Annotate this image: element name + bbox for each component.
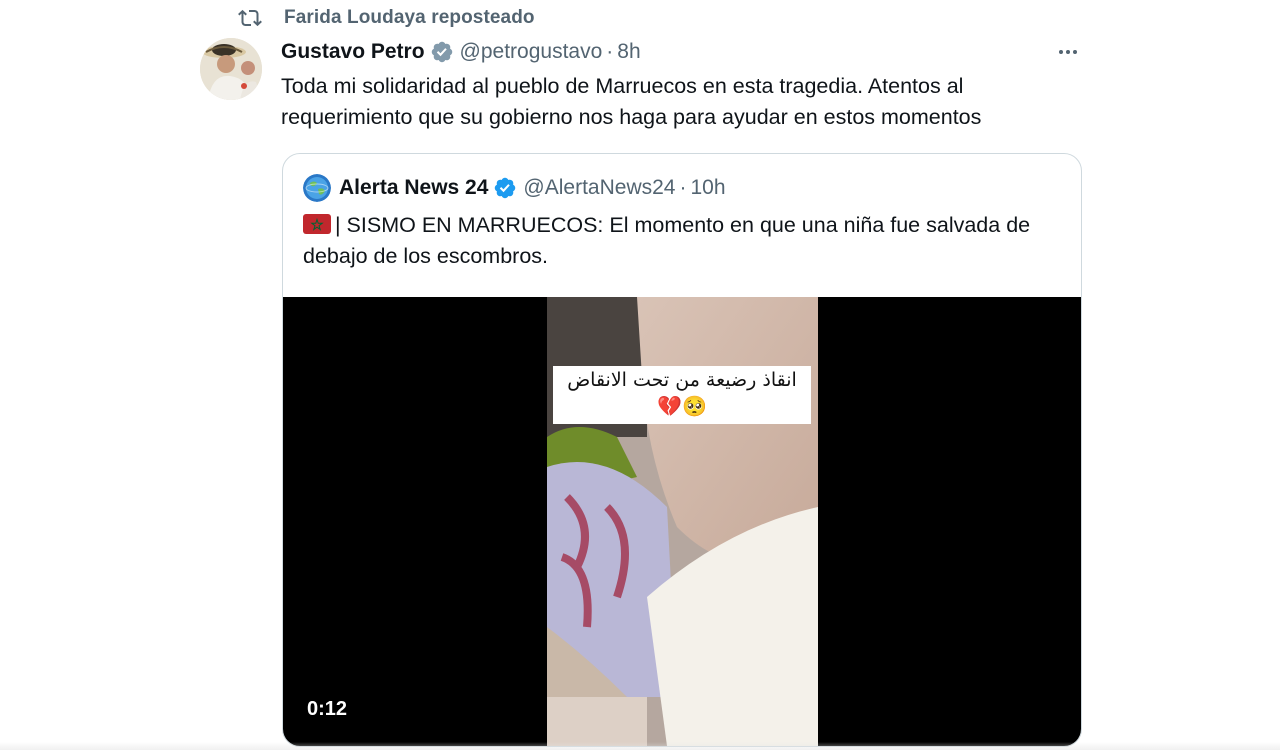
quoted-post-header: Alerta News 24 @AlertaNews24 · 10h xyxy=(303,172,726,204)
video-caption-emojis: 💔🥺 xyxy=(657,396,707,418)
verified-gray-badge-icon[interactable] xyxy=(430,40,454,64)
repost-label: Farida Loudaya reposteado xyxy=(284,7,535,28)
video-caption-overlay: انقاذ رضيعة من تحت الانقاض 💔🥺 xyxy=(553,366,811,424)
quoted-author-handle[interactable]: @AlertaNews24 xyxy=(523,176,675,200)
quoted-post-timestamp[interactable]: 10h xyxy=(690,176,725,200)
separator-dot: · xyxy=(606,40,614,63)
more-options-button[interactable] xyxy=(1054,38,1082,66)
author-avatar[interactable] xyxy=(200,38,262,100)
morocco-flag-icon xyxy=(303,214,331,234)
video-thumbnail xyxy=(547,297,818,746)
author-name[interactable]: Gustavo Petro xyxy=(281,40,425,64)
verified-blue-badge-icon[interactable] xyxy=(493,176,517,200)
video-duration: 0:12 xyxy=(307,698,348,720)
more-horizontal-icon xyxy=(1059,50,1077,54)
post-text: Toda mi solidaridad al pueblo de Marruec… xyxy=(281,74,982,129)
author-handle[interactable]: @petrogustavo xyxy=(460,40,603,64)
repost-indicator[interactable]: Farida Loudaya reposteado xyxy=(238,5,535,31)
quoted-post-card[interactable]: Alerta News 24 @AlertaNews24 · 10h | SIS… xyxy=(282,153,1082,747)
bottom-divider xyxy=(0,742,1280,750)
quoted-post-text: | SISMO EN MARRUECOS: El momento en que … xyxy=(303,213,1031,268)
quoted-post-text-block: | SISMO EN MARRUECOS: El momento en que … xyxy=(303,210,1063,272)
separator-dot: · xyxy=(679,176,687,199)
video-caption-text: انقاذ رضيعة من تحت الانقاض xyxy=(567,369,797,391)
avatar-image xyxy=(200,38,262,100)
quoted-author-name[interactable]: Alerta News 24 xyxy=(339,176,488,200)
video-player[interactable]: انقاذ رضيعة من تحت الانقاض 💔🥺 0:12 xyxy=(283,297,1081,746)
post-timeline-item[interactable]: Farida Loudaya reposteado Gustavo Petro … xyxy=(0,0,1280,750)
post-header: Gustavo Petro @petrogustavo · 8h xyxy=(281,36,641,68)
video-frame: انقاذ رضيعة من تحت الانقاض 💔🥺 xyxy=(547,297,818,746)
post-timestamp[interactable]: 8h xyxy=(617,40,640,64)
repost-icon xyxy=(238,9,262,27)
globe-avatar-icon[interactable] xyxy=(303,174,331,202)
